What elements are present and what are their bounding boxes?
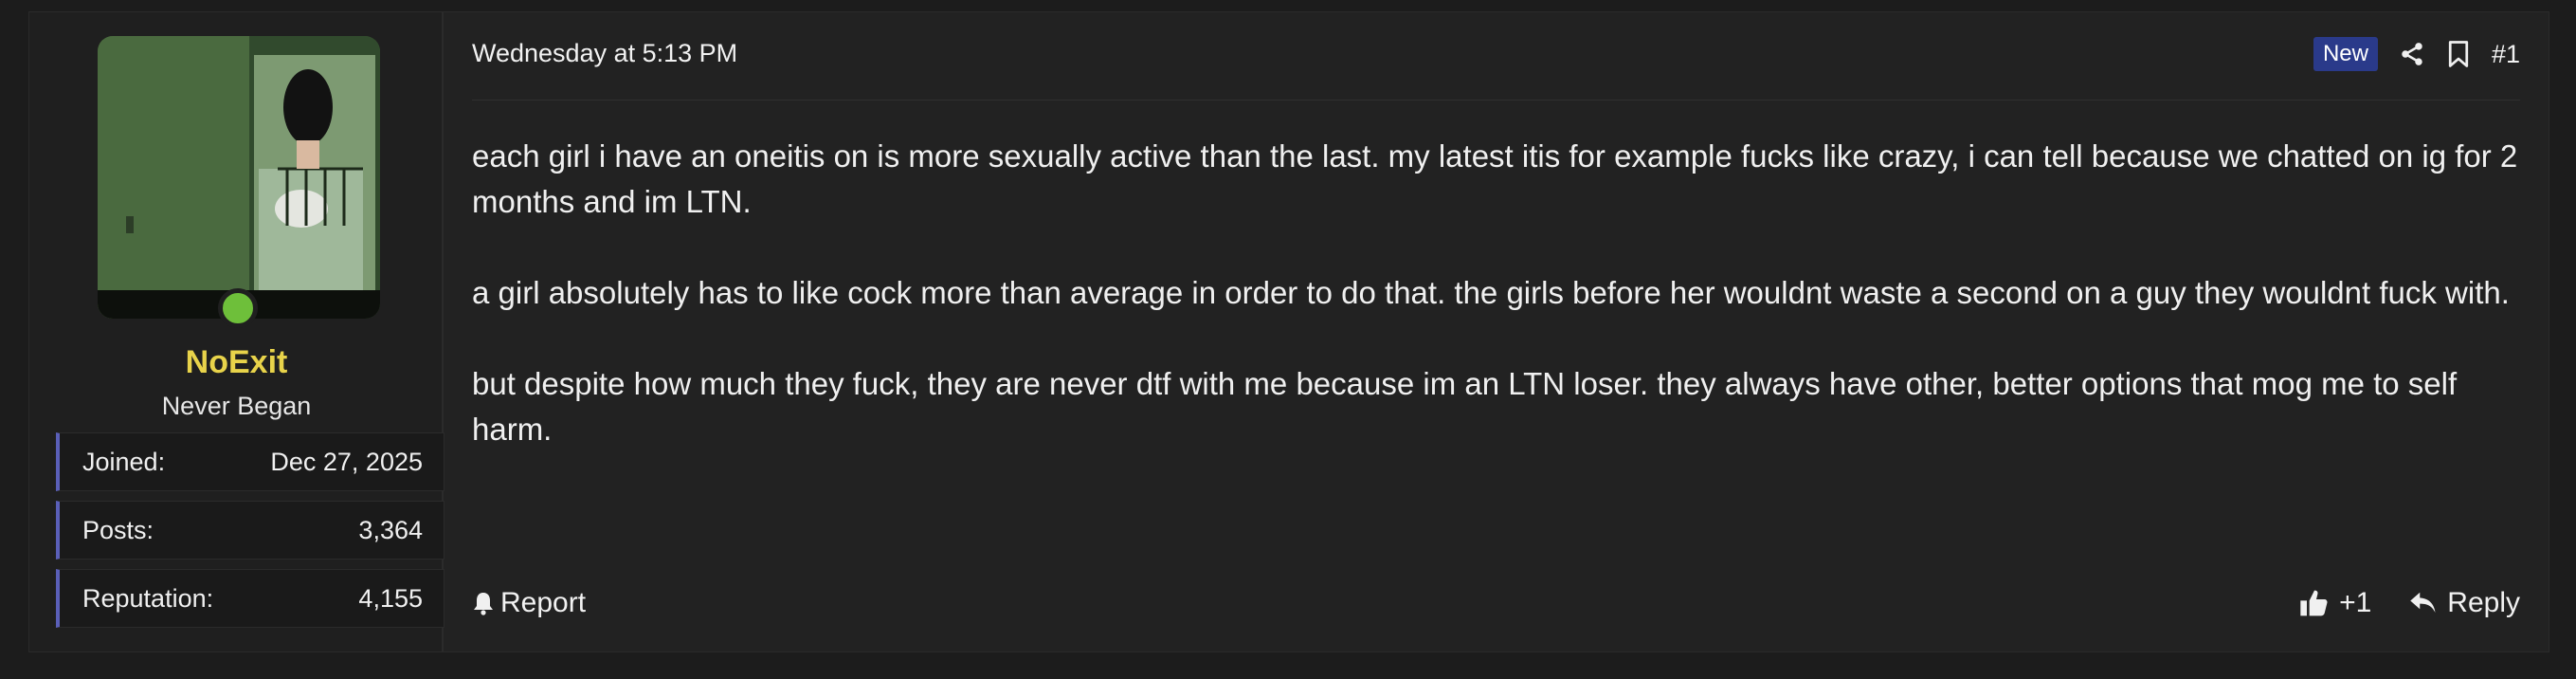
reply-label: Reply <box>2447 587 2520 618</box>
post-meta-actions: New #1 <box>2313 37 2520 71</box>
stat-posts: Posts: 3,364 <box>56 501 444 560</box>
bookmark-icon[interactable] <box>2446 40 2471 68</box>
like-button[interactable]: +1 <box>2299 587 2371 619</box>
header-divider <box>472 100 2520 101</box>
avatar-image <box>98 36 380 319</box>
post-paragraph: each girl i have an oneitis on is more s… <box>472 138 2518 219</box>
reply-icon <box>2409 590 2438 616</box>
stat-value: 3,364 <box>358 515 423 544</box>
post-actions: +1 Reply <box>2299 587 2520 619</box>
new-badge: New <box>2313 37 2378 71</box>
post-container: NoExit Never Began Joined: Dec 27, 2025 … <box>28 11 2549 652</box>
avatar[interactable] <box>98 36 380 319</box>
stat-label: Posts: <box>82 515 154 544</box>
like-count: +1 <box>2339 587 2372 618</box>
stat-label: Reputation: <box>82 583 214 613</box>
stat-reputation: Reputation: 4,155 <box>56 569 444 628</box>
reply-button[interactable]: Reply <box>2409 587 2520 619</box>
bell-icon <box>472 591 495 615</box>
username[interactable]: NoExit <box>29 344 444 381</box>
stat-value: Dec 27, 2025 <box>270 447 423 476</box>
share-icon[interactable] <box>2399 41 2425 67</box>
post-number-link[interactable]: #1 <box>2492 40 2520 69</box>
report-label: Report <box>500 587 587 618</box>
online-status-indicator <box>218 288 258 328</box>
post-body: each girl i have an oneitis on is more s… <box>472 134 2520 498</box>
post-paragraph: but despite how much they fuck, they are… <box>472 366 2458 447</box>
stat-joined: Joined: Dec 27, 2025 <box>56 432 444 491</box>
thumbs-up-icon <box>2299 588 2330 618</box>
report-button[interactable]: Report <box>472 587 586 619</box>
post-timestamp[interactable]: Wednesday at 5:13 PM <box>472 39 737 68</box>
post-main: Wednesday at 5:13 PM New #1 each girl i … <box>444 12 2549 651</box>
stat-value: 4,155 <box>358 583 423 613</box>
user-sidebar: NoExit Never Began Joined: Dec 27, 2025 … <box>29 12 444 651</box>
post-paragraph: a girl absolutely has to like cock more … <box>472 275 2510 310</box>
user-title: Never Began <box>161 392 312 420</box>
stat-label: Joined: <box>82 447 166 476</box>
